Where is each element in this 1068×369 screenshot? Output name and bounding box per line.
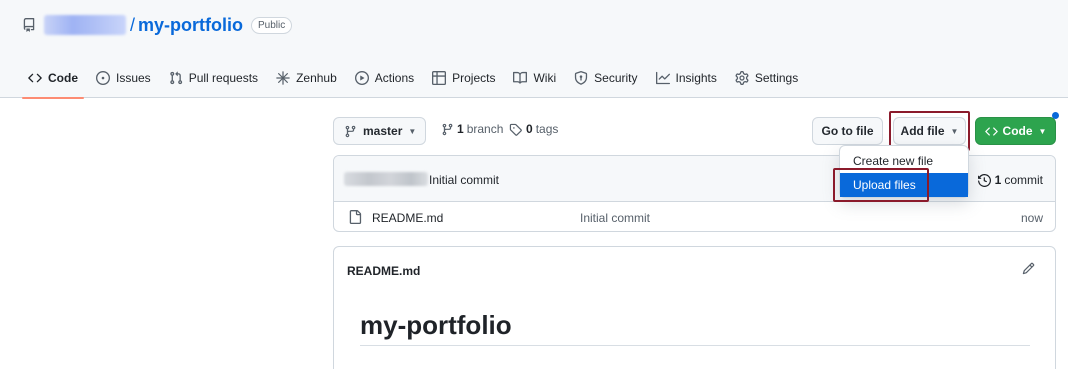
tab-label: Settings — [754, 71, 799, 85]
tab-actions[interactable]: Actions — [347, 63, 422, 93]
go-to-file-button[interactable]: Go to file — [812, 117, 883, 145]
notification-dot — [1052, 112, 1059, 119]
menu-item-create-new-file[interactable]: Create new file — [840, 149, 968, 173]
heading-divider — [360, 345, 1030, 346]
branches-link[interactable]: 1 branch — [441, 122, 503, 136]
add-file-dropdown-menu: Create new file Upload files — [839, 145, 969, 198]
branch-count: 1 — [457, 122, 464, 136]
commit-history-link[interactable]: 1 commit — [977, 173, 1043, 187]
repo-nav-tabs: Code Issues Pull requests Zenhub Actions… — [20, 63, 808, 99]
add-file-button[interactable]: Add file ▼ — [893, 117, 966, 145]
graph-icon — [655, 71, 670, 85]
tab-label: Security — [594, 71, 638, 85]
git-branch-icon — [344, 125, 357, 138]
issue-icon — [96, 71, 110, 85]
pull-request-icon — [169, 71, 183, 85]
tag-count: 0 — [526, 122, 533, 136]
tab-label: Insights — [675, 71, 717, 85]
tab-wiki[interactable]: Wiki — [505, 63, 564, 93]
branch-select-button[interactable]: master ▼ — [333, 117, 426, 145]
readme-header: README.md — [334, 247, 1055, 292]
book-icon — [513, 71, 528, 85]
file-name-link[interactable]: README.md — [372, 211, 443, 225]
tab-pull-requests[interactable]: Pull requests — [161, 63, 266, 93]
file-icon — [348, 210, 362, 224]
menu-item-upload-files[interactable]: Upload files — [840, 173, 968, 197]
add-file-label: Add file — [900, 124, 945, 138]
tag-word: tags — [535, 122, 559, 136]
git-branch-icon — [441, 123, 454, 136]
gear-icon — [735, 71, 749, 85]
readme-filename[interactable]: README.md — [347, 264, 420, 278]
tag-icon — [509, 123, 522, 136]
commit-word: commit — [1004, 173, 1043, 187]
code-icon — [984, 125, 998, 138]
tab-issues[interactable]: Issues — [88, 63, 159, 93]
pencil-icon[interactable] — [1022, 262, 1035, 275]
commit-message[interactable]: Initial commit — [429, 173, 499, 187]
zenhub-icon — [276, 71, 290, 85]
tags-link[interactable]: 0 tags — [509, 122, 558, 136]
table-icon — [432, 71, 447, 85]
tab-insights[interactable]: Insights — [648, 63, 725, 93]
history-icon — [977, 173, 991, 187]
repo-header: / my-portfolio Public Code Issues Pull r… — [0, 0, 1068, 99]
repo-name-link[interactable]: my-portfolio — [138, 15, 243, 36]
tab-security[interactable]: Security — [566, 63, 645, 93]
chevron-down-icon: ▼ — [408, 126, 417, 136]
chevron-down-icon: ▼ — [950, 126, 959, 136]
code-button[interactable]: Code ▼ — [975, 117, 1056, 145]
tab-label: Actions — [374, 71, 415, 85]
tab-label: Pull requests — [188, 71, 259, 85]
tab-settings[interactable]: Settings — [727, 63, 806, 93]
visibility-badge: Public — [251, 16, 293, 34]
shield-icon — [574, 71, 588, 85]
branch-name: master — [363, 124, 403, 138]
tab-label: Zenhub — [296, 71, 337, 85]
repo-title-row: / my-portfolio Public — [22, 13, 293, 37]
tab-label: Projects — [452, 71, 496, 85]
play-icon — [354, 71, 369, 85]
chevron-down-icon: ▼ — [1038, 126, 1047, 136]
tab-projects[interactable]: Projects — [424, 63, 503, 93]
commit-count: 1 — [994, 173, 1002, 187]
readme-heading: my-portfolio — [360, 310, 512, 340]
repo-separator: / — [130, 14, 136, 35]
tab-label: Code — [48, 71, 78, 85]
tab-label: Wiki — [533, 71, 557, 85]
code-icon — [28, 71, 42, 85]
readme-panel: README.md my-portfolio — [333, 246, 1056, 369]
file-commit-message[interactable]: Initial commit — [580, 211, 650, 225]
code-label: Code — [1002, 124, 1033, 138]
go-to-file-label: Go to file — [821, 124, 874, 138]
branch-word: branch — [466, 122, 504, 136]
file-time: now — [1020, 211, 1043, 225]
tab-label: Issues — [116, 71, 151, 85]
tab-zenhub[interactable]: Zenhub — [268, 63, 345, 93]
commit-author-redacted[interactable] — [344, 172, 428, 186]
file-row[interactable]: README.md Initial commit now — [334, 202, 1055, 231]
tab-code[interactable]: Code — [20, 63, 86, 99]
owner-name-redacted[interactable] — [44, 15, 126, 35]
repo-icon — [22, 18, 36, 32]
